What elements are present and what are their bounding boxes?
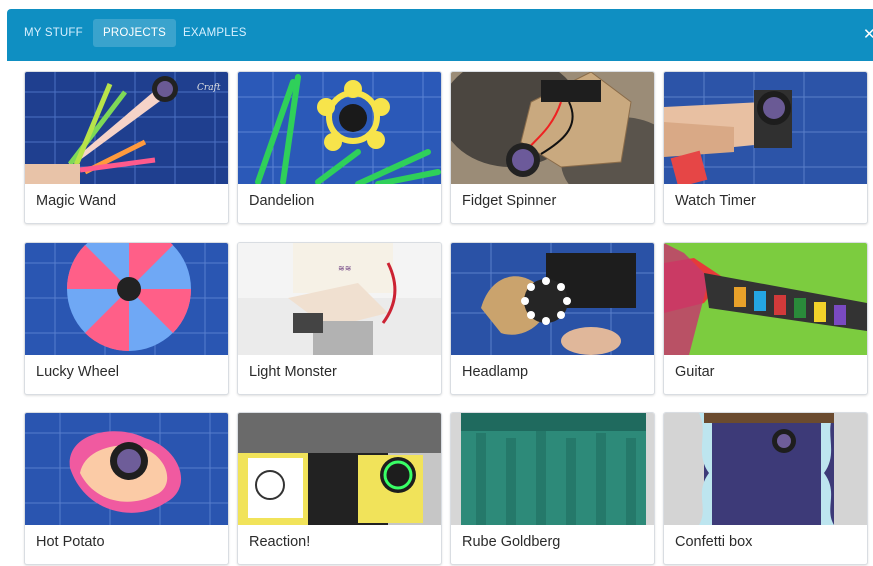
rube-goldberg-image (451, 413, 654, 525)
svg-text:Craft: Craft (197, 83, 221, 93)
project-thumbnail (25, 413, 228, 525)
project-thumbnail (451, 413, 654, 525)
svg-text:≋≋: ≋≋ (338, 264, 351, 273)
headlamp-image (451, 243, 654, 355)
project-thumbnail (451, 72, 654, 184)
project-title: Reaction! (249, 534, 311, 550)
project-card-lucky-wheel[interactable]: Lucky Wheel (24, 242, 229, 395)
project-card-reaction[interactable]: Reaction! (237, 412, 442, 565)
project-card-guitar[interactable]: Guitar (663, 242, 868, 395)
fidget-spinner-image (451, 72, 654, 184)
project-title: Headlamp (462, 364, 529, 380)
project-thumbnail: Craft (25, 72, 228, 184)
project-title: Rube Goldberg (462, 534, 561, 550)
tab-projects[interactable]: PROJECTS (93, 19, 176, 47)
top-nav-bar: MY STUFF PROJECTS EXAMPLES ✕ (7, 9, 873, 61)
project-thumbnail (451, 243, 654, 355)
project-thumbnail (25, 243, 228, 355)
tab-examples[interactable]: EXAMPLES (183, 19, 247, 47)
watch-timer-image (664, 72, 867, 184)
project-card-magic-wand[interactable]: Craft Magic Wand (24, 71, 229, 224)
project-card-headlamp[interactable]: Headlamp (450, 242, 655, 395)
project-card-confetti-box[interactable]: Confetti box (663, 412, 868, 565)
project-title: Magic Wand (36, 193, 117, 209)
project-card-fidget-spinner[interactable]: Fidget Spinner (450, 71, 655, 224)
project-title: Fidget Spinner (462, 193, 557, 209)
project-title: Hot Potato (36, 534, 105, 550)
project-card-rube-goldberg[interactable]: Rube Goldberg (450, 412, 655, 565)
project-title: Light Monster (249, 364, 337, 380)
project-title: Dandelion (249, 193, 315, 209)
project-title: Guitar (675, 364, 715, 380)
project-card-hot-potato[interactable]: Hot Potato (24, 412, 229, 565)
project-card-light-monster[interactable]: ≋≋ Light Monster (237, 242, 442, 395)
close-icon[interactable]: ✕ (863, 25, 873, 45)
project-thumbnail (238, 72, 441, 184)
confetti-box-image (664, 413, 867, 525)
app-frame: MY STUFF PROJECTS EXAMPLES ✕ Craft Magic… (0, 0, 873, 566)
project-thumbnail: ≋≋ (238, 243, 441, 355)
project-title: Watch Timer (675, 193, 756, 209)
tab-my-stuff[interactable]: MY STUFF (24, 19, 83, 47)
lucky-wheel-image (25, 243, 228, 355)
project-card-dandelion[interactable]: Dandelion (237, 71, 442, 224)
project-thumbnail (238, 413, 441, 525)
project-thumbnail (664, 243, 867, 355)
project-title: Lucky Wheel (36, 364, 120, 380)
guitar-image (664, 243, 867, 355)
project-title: Confetti box (675, 534, 753, 550)
dandelion-image (238, 72, 441, 184)
hot-potato-image (25, 413, 228, 525)
project-thumbnail (664, 413, 867, 525)
project-card-watch-timer[interactable]: Watch Timer (663, 71, 868, 224)
reaction-image (238, 413, 441, 525)
project-thumbnail (664, 72, 867, 184)
magic-wand-image: Craft (25, 72, 228, 184)
light-monster-image: ≋≋ (238, 243, 441, 355)
